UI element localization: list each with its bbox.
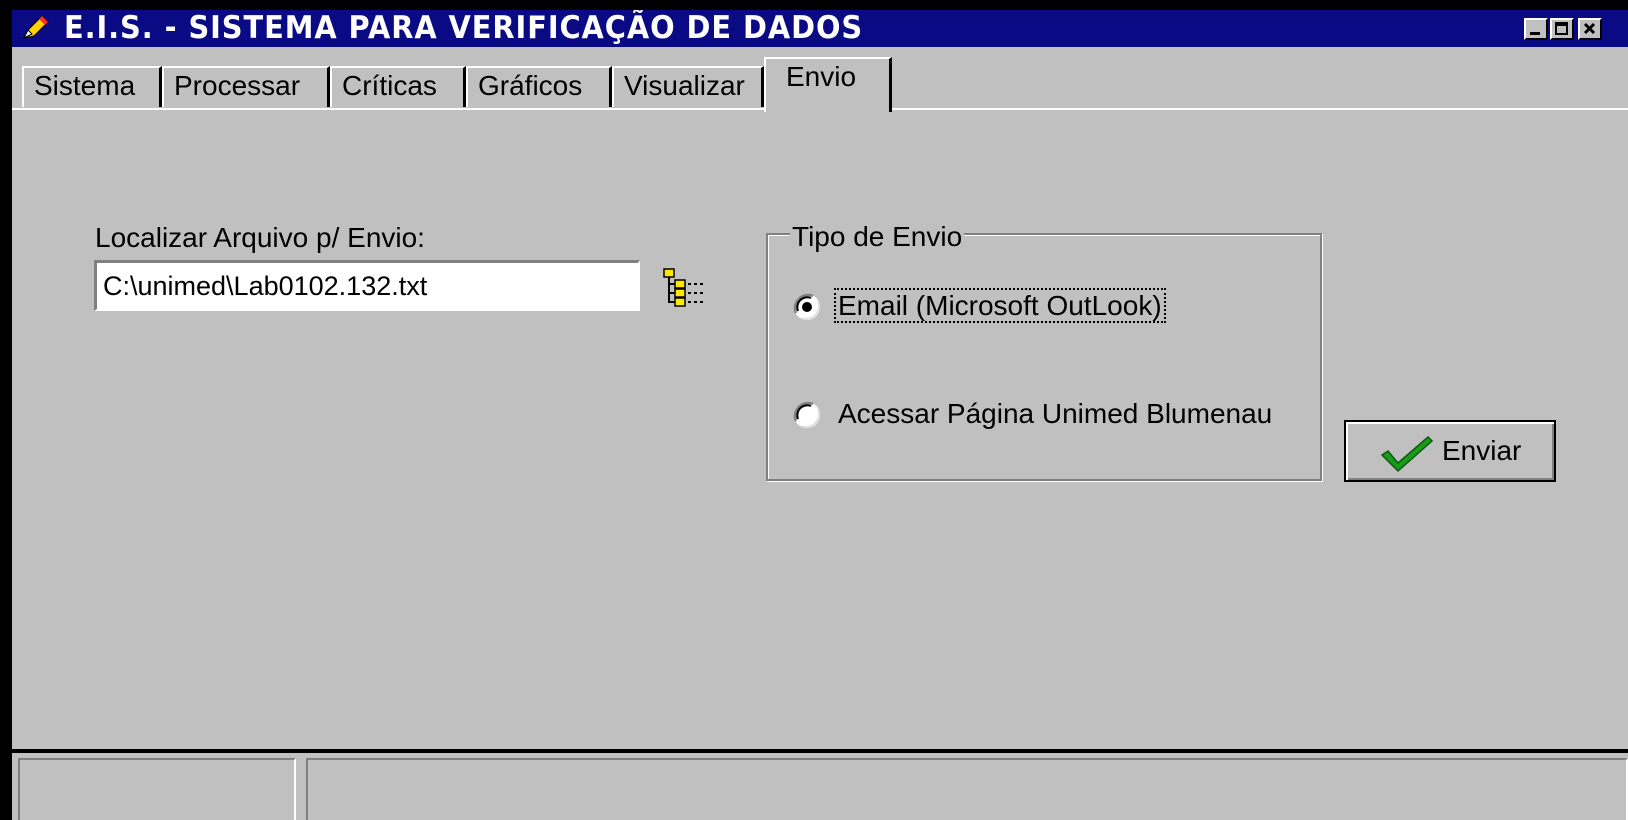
close-icon[interactable] bbox=[1578, 18, 1602, 40]
minimize-icon[interactable] bbox=[1524, 18, 1548, 40]
pencil-icon bbox=[22, 15, 49, 40]
main-window: E.I.S. - SISTEMA PARA VERIFICAÇÃO DE DAD… bbox=[12, 10, 1628, 820]
tab-bar: Sistema Processar Críticas Gráficos Visu… bbox=[12, 47, 1628, 112]
radio-unimed-page-label[interactable]: Acessar Página Unimed Blumenau bbox=[838, 398, 1272, 430]
status-bar-separator bbox=[12, 749, 1628, 753]
file-path-input[interactable] bbox=[94, 260, 640, 311]
tab-criticas[interactable]: Críticas bbox=[330, 66, 466, 107]
tab-label: Envio bbox=[786, 61, 857, 92]
tab-label: Sistema bbox=[34, 70, 136, 101]
tab-label: Processar bbox=[174, 70, 301, 101]
folder-tree-icon[interactable] bbox=[662, 267, 708, 309]
radio-unimed-page[interactable] bbox=[792, 400, 822, 430]
radio-email[interactable] bbox=[792, 292, 822, 322]
status-panel-left bbox=[18, 758, 296, 820]
send-type-legend: Tipo de Envio bbox=[790, 221, 965, 252]
radio-email-label[interactable]: Email (Microsoft OutLook) bbox=[834, 288, 1166, 323]
tab-sistema[interactable]: Sistema bbox=[22, 66, 162, 107]
file-label: Localizar Arquivo p/ Envio: bbox=[95, 222, 425, 253]
send-type-groupbox bbox=[766, 233, 1322, 481]
tab-label: Visualizar bbox=[624, 70, 745, 101]
status-panel-right bbox=[306, 758, 1628, 820]
checkmark-icon bbox=[1380, 435, 1434, 473]
maximize-icon[interactable] bbox=[1550, 18, 1574, 40]
tab-visualizar[interactable]: Visualizar bbox=[612, 66, 764, 107]
tab-processar[interactable]: Processar bbox=[162, 66, 330, 107]
tab-label: Críticas bbox=[342, 70, 437, 101]
window-title: E.I.S. - SISTEMA PARA VERIFICAÇÃO DE DAD… bbox=[64, 10, 864, 46]
send-button[interactable]: Enviar bbox=[1344, 420, 1556, 482]
title-bar[interactable]: E.I.S. - SISTEMA PARA VERIFICAÇÃO DE DAD… bbox=[12, 10, 1628, 47]
tab-graficos[interactable]: Gráficos bbox=[466, 66, 612, 107]
tab-label: Gráficos bbox=[478, 70, 583, 101]
tab-envio[interactable]: Envio bbox=[764, 57, 892, 112]
send-button-label: Enviar bbox=[1442, 435, 1522, 466]
radio-email-text: Email (Microsoft OutLook) bbox=[834, 288, 1166, 323]
